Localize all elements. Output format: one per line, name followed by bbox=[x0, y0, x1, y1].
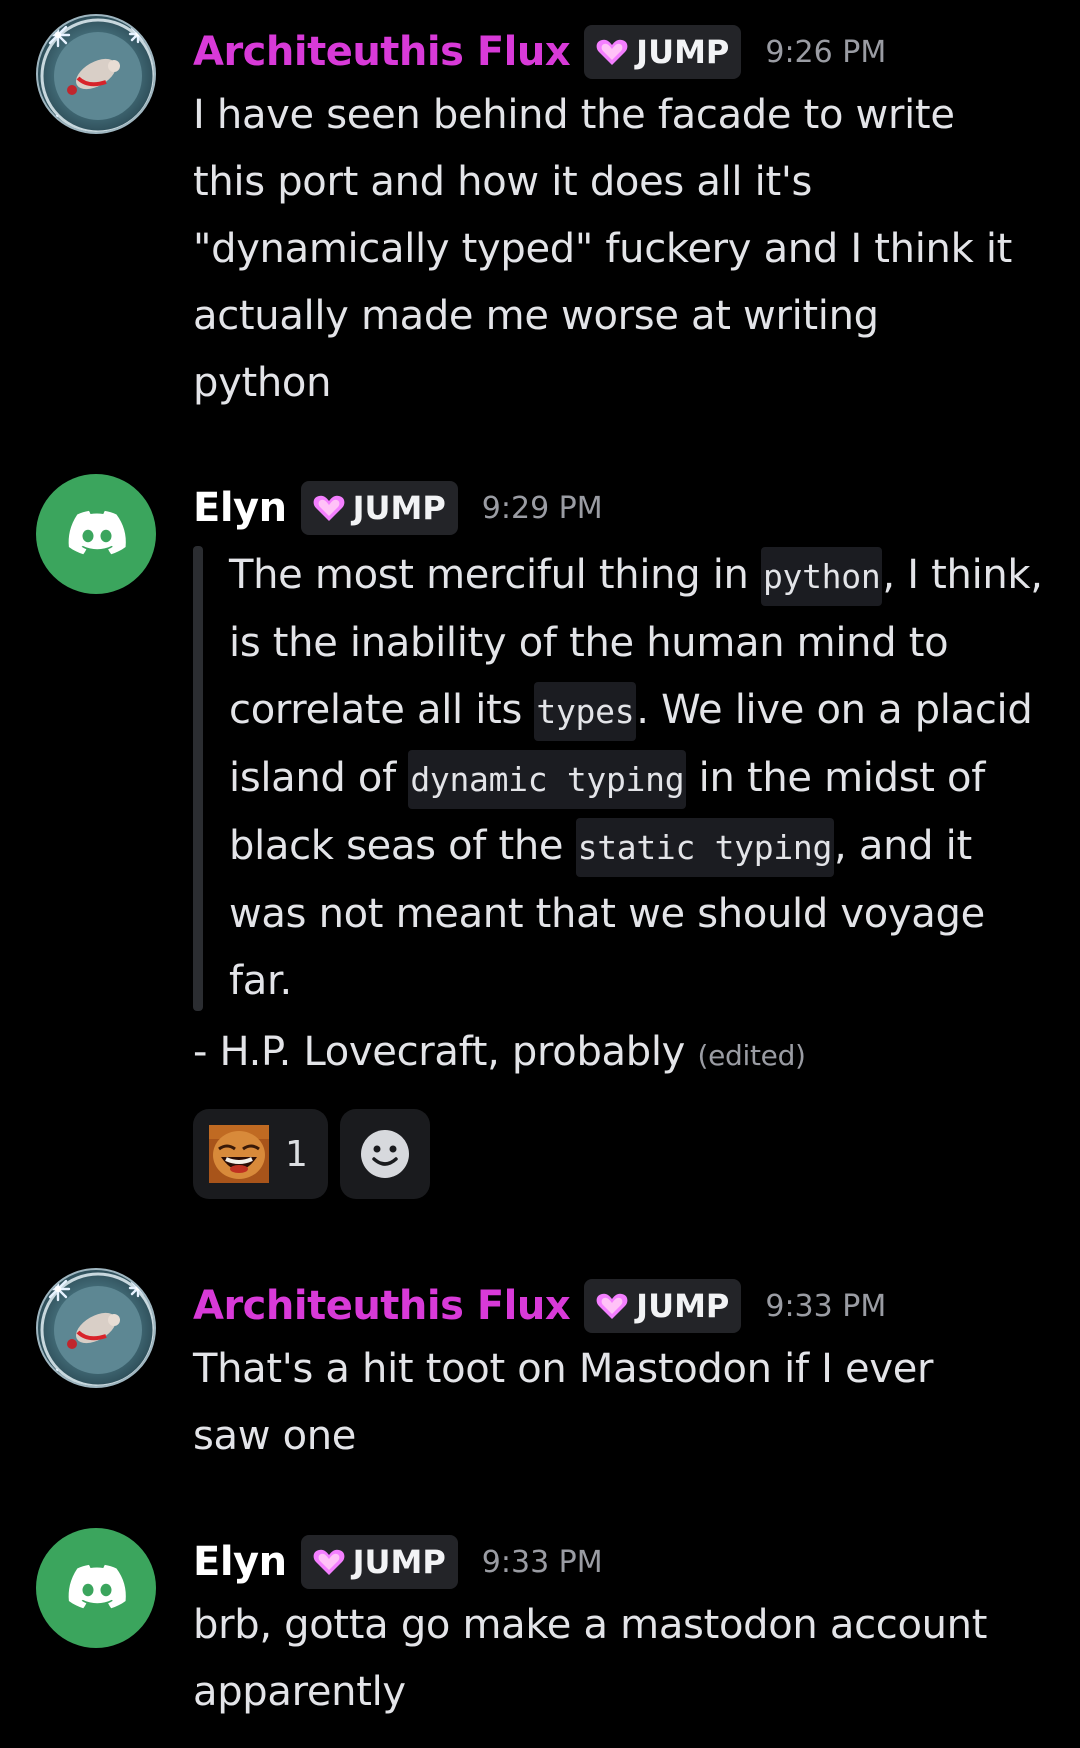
server-tag[interactable]: JUMP bbox=[584, 1279, 742, 1333]
message-body: Elyn JUMP 9:33 PM brb, gotta go make a m… bbox=[193, 1532, 1053, 1726]
reaction-count: 1 bbox=[285, 1133, 308, 1175]
server-tag[interactable]: JUMP bbox=[584, 25, 742, 79]
username[interactable]: Architeuthis Flux bbox=[193, 1283, 571, 1329]
laughing-face-emoji bbox=[209, 1125, 269, 1183]
reactions-bar: 1 bbox=[193, 1109, 1053, 1199]
quote-text: The most merciful thing in bbox=[229, 552, 761, 598]
avatar[interactable] bbox=[36, 14, 156, 134]
pink-heart-icon bbox=[596, 38, 628, 66]
server-tag-label: JUMP bbox=[636, 33, 730, 71]
avatar[interactable] bbox=[36, 474, 156, 594]
message-line: actually made me worse at writing bbox=[193, 293, 879, 339]
message-line: python bbox=[193, 360, 332, 406]
winter-wreath-avatar-icon bbox=[38, 1270, 156, 1388]
message-line: this port and how it does all it's bbox=[193, 159, 813, 205]
message-body: Architeuthis Flux JUMP 9:26 PM I have se… bbox=[193, 22, 1053, 417]
inline-code: dynamic typing bbox=[408, 750, 687, 809]
message-body: Elyn JUMP 9:29 PM The most merciful thin… bbox=[193, 478, 1053, 1199]
pink-heart-icon bbox=[313, 1548, 345, 1576]
add-reaction-button[interactable] bbox=[339, 1109, 430, 1199]
message-text: I have seen behind the facade to write t… bbox=[193, 82, 1053, 417]
message-header: Elyn JUMP 9:33 PM bbox=[193, 1532, 1053, 1592]
username[interactable]: Elyn bbox=[193, 485, 287, 531]
server-tag-label: JUMP bbox=[352, 489, 446, 527]
edited-label: (edited) bbox=[697, 1039, 806, 1072]
username[interactable]: Architeuthis Flux bbox=[193, 29, 571, 75]
inline-code: python bbox=[760, 547, 883, 606]
reaction-chip[interactable]: 1 bbox=[193, 1109, 328, 1199]
timestamp: 9:33 PM bbox=[765, 1288, 887, 1324]
winter-wreath-avatar-icon bbox=[38, 16, 156, 134]
add-reaction-smiley-icon bbox=[360, 1130, 409, 1178]
block-quote: The most merciful thing in python, I thi… bbox=[193, 542, 1059, 1015]
avatar[interactable] bbox=[36, 1528, 156, 1648]
message-header: Architeuthis Flux JUMP 9:33 PM bbox=[193, 1276, 1053, 1336]
timestamp: 9:29 PM bbox=[481, 490, 603, 526]
quote-bar bbox=[193, 546, 203, 1011]
attribution-text: - H.P. Lovecraft, probably bbox=[193, 1029, 686, 1075]
message-line: saw one bbox=[193, 1413, 357, 1459]
message-line: brb, gotta go make a mastodon account bbox=[193, 1602, 988, 1648]
username[interactable]: Elyn bbox=[193, 1539, 287, 1585]
server-tag[interactable]: JUMP bbox=[300, 1535, 458, 1589]
pink-heart-icon bbox=[596, 1292, 628, 1320]
message-header: Architeuthis Flux JUMP 9:26 PM bbox=[193, 22, 1053, 82]
message-line: That's a hit toot on Mastodon if I ever bbox=[193, 1346, 934, 1392]
inline-code: static typing bbox=[575, 818, 835, 877]
inline-code: types bbox=[534, 682, 637, 741]
timestamp: 9:26 PM bbox=[765, 34, 887, 70]
message-header: Elyn JUMP 9:29 PM bbox=[193, 478, 1053, 538]
pink-heart-icon bbox=[313, 494, 345, 522]
message-body: Architeuthis Flux JUMP 9:33 PM That's a … bbox=[193, 1276, 1053, 1470]
avatar[interactable] bbox=[36, 1268, 156, 1388]
discord-logo-avatar-icon bbox=[36, 1528, 156, 1648]
server-tag-label: JUMP bbox=[352, 1543, 446, 1581]
discord-logo-avatar-icon bbox=[36, 474, 156, 594]
server-tag-label: JUMP bbox=[636, 1287, 730, 1325]
message-line: apparently bbox=[193, 1669, 406, 1715]
message-line: I have seen behind the facade to write bbox=[193, 92, 955, 138]
server-tag[interactable]: JUMP bbox=[300, 481, 458, 535]
timestamp: 9:33 PM bbox=[481, 1544, 603, 1580]
message-text: brb, gotta go make a mastodon account ap… bbox=[193, 1592, 1053, 1726]
message-line: "dynamically typed" fuckery and I think … bbox=[193, 226, 1013, 272]
message-text: That's a hit toot on Mastodon if I ever … bbox=[193, 1336, 1053, 1470]
message-text: - H.P. Lovecraft, probably (edited) bbox=[193, 1019, 1053, 1089]
